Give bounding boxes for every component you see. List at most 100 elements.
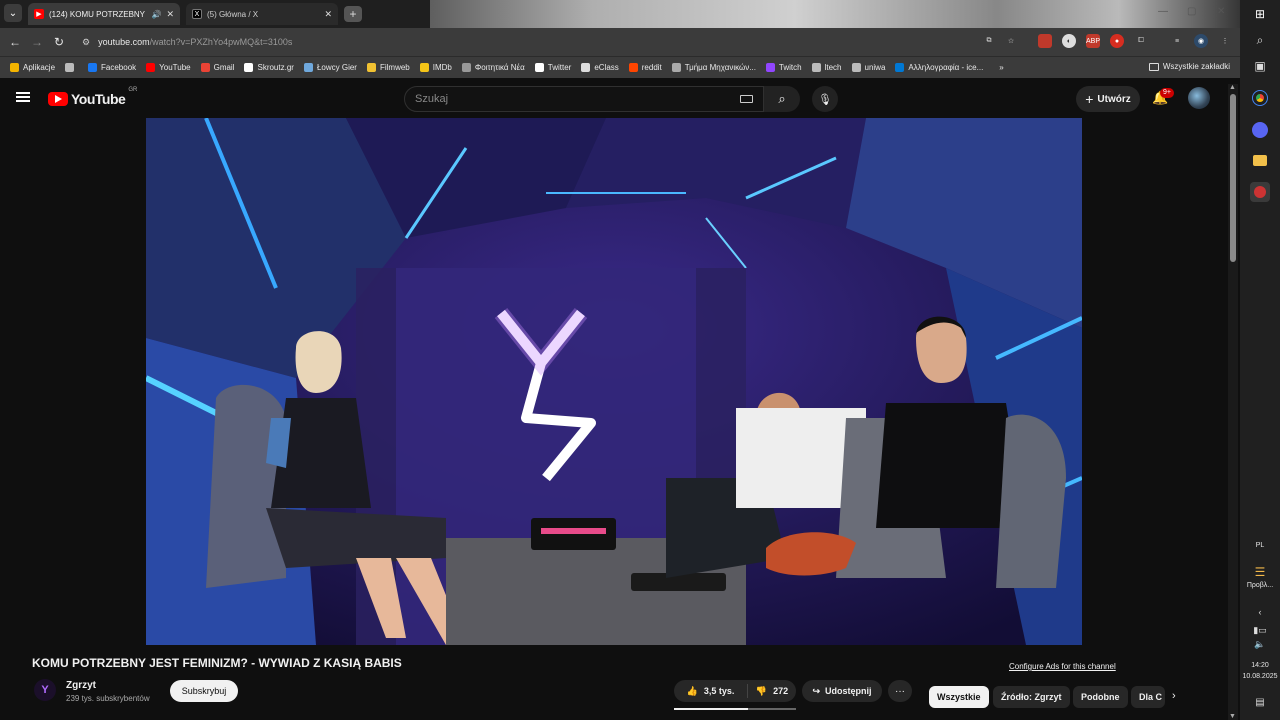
extension-red-circle-icon[interactable]: ● <box>1110 34 1124 48</box>
extensions-puzzle-icon[interactable]: ⧠ <box>1134 34 1148 48</box>
notification-center-icon[interactable]: ▤ <box>1250 692 1270 712</box>
guide-menu-icon[interactable] <box>16 92 30 102</box>
video-player[interactable] <box>146 118 1082 645</box>
close-window-icon[interactable]: ✕ <box>1217 6 1225 17</box>
windows-taskbar: ⊞ ⌕ ▣ PL ☰ Προβλ... ‹ ▮▭ 🔈 14:20 10.08.2… <box>1240 0 1280 720</box>
tab-youtube[interactable]: ▶ (124) KOMU POTRZEBNY J 🔊 ✕ <box>28 3 180 25</box>
bookmark-item[interactable]: Gmail <box>200 63 234 72</box>
youtube-favicon-icon: ▶ <box>34 9 44 19</box>
clock-date[interactable]: 10.08.2025 <box>1240 673 1280 680</box>
audio-icon[interactable]: 🔊 <box>151 10 161 19</box>
bookmark-item[interactable]: Łowcy Gier <box>303 63 357 72</box>
reload-icon[interactable]: ↻ <box>48 35 70 49</box>
chrome-icon[interactable] <box>1250 88 1270 108</box>
new-tab-button[interactable]: + <box>344 6 362 22</box>
url-domain: youtube.com <box>98 37 150 47</box>
x-favicon-icon: X <box>192 9 202 19</box>
bookmark-item[interactable]: IMDb <box>419 63 452 72</box>
scroll-down-icon[interactable]: ▼ <box>1229 713 1236 720</box>
bookmark-item[interactable]: Twitch <box>765 63 802 72</box>
like-button[interactable]: 👍 3,5 tys. <box>674 684 748 698</box>
voice-search-button[interactable]: 🎙 <box>812 86 838 112</box>
youtube-logo[interactable]: YouTube GR <box>48 87 137 107</box>
extension-red-icon[interactable] <box>1038 34 1052 48</box>
bookmark-favicon-icon <box>88 63 98 72</box>
minimize-icon[interactable]: — <box>1158 6 1168 17</box>
thumbs-down-icon: 👎 <box>755 685 768 696</box>
tab-x[interactable]: X (5) Główna / X ✕ <box>186 3 338 25</box>
tab-search-button[interactable]: ⌄ <box>4 4 22 22</box>
create-button[interactable]: + Utwórz <box>1076 86 1140 112</box>
chip-all[interactable]: Wszystkie <box>929 686 989 708</box>
channel-name[interactable]: Zgrzyt <box>66 680 96 691</box>
chip-related[interactable]: Podobne <box>1073 686 1128 708</box>
bookmark-item[interactable]: uniwa <box>851 63 885 72</box>
chip-for-you[interactable]: Dla C <box>1131 686 1165 708</box>
browser-menu-icon[interactable]: ⋮ <box>1218 34 1232 48</box>
bookmark-label: IMDb <box>432 63 452 72</box>
chevron-right-icon[interactable]: › <box>1172 690 1176 702</box>
reading-list-icon[interactable]: ≡ <box>1170 34 1184 48</box>
discord-icon[interactable] <box>1250 120 1270 140</box>
clock-time[interactable]: 14:20 <box>1240 662 1280 669</box>
weather-icon[interactable]: ☰ <box>1250 562 1270 582</box>
close-tab-icon[interactable]: ✕ <box>166 9 174 20</box>
bookmark-item[interactable]: Aplikacje <box>10 63 55 72</box>
app-icon[interactable] <box>1250 182 1270 202</box>
bookmark-item[interactable]: Skroutz.gr <box>244 63 294 72</box>
bookmark-item[interactable]: Αλληλογραφία - ice... <box>895 63 983 72</box>
language-indicator[interactable]: PL <box>1240 542 1280 549</box>
configure-ads-link[interactable]: Configure Ads for this channel <box>1009 662 1116 671</box>
bookmark-item[interactable]: Τμήμα Μηχανικών... <box>671 63 756 72</box>
keyboard-icon[interactable] <box>740 95 753 103</box>
search-placeholder: Szukaj <box>415 93 449 105</box>
weather-text[interactable]: Προβλ... <box>1240 582 1280 589</box>
bookmark-item[interactable]: ltech <box>811 63 842 72</box>
extension-circle-icon[interactable]: ◐ <box>1062 34 1076 48</box>
forward-icon[interactable]: → <box>26 35 48 49</box>
profile-avatar-icon[interactable]: ◉ <box>1194 34 1208 48</box>
account-avatar[interactable] <box>1188 87 1210 109</box>
install-app-icon[interactable]: ⧉ <box>982 34 996 48</box>
tab-title: (5) Główna / X <box>207 9 259 19</box>
bookmark-favicon-icon <box>303 63 313 72</box>
task-view-icon[interactable]: ▣ <box>1250 56 1270 76</box>
bookmark-item[interactable]: reddit <box>628 63 662 72</box>
subscribe-button[interactable]: Subskrybuj <box>170 680 238 702</box>
windows-start-icon[interactable]: ⊞ <box>1250 4 1270 24</box>
chevron-left-icon[interactable]: ‹ <box>1250 602 1270 622</box>
volume-icon[interactable]: 🔈 <box>1250 634 1270 654</box>
channel-avatar[interactable]: Y <box>34 679 56 701</box>
site-info-icon[interactable]: ⚙ <box>82 37 90 48</box>
search-input[interactable]: Szukaj <box>404 86 764 112</box>
bookmark-item[interactable]: Filmweb <box>366 63 410 72</box>
dislike-button[interactable]: 👎 272 <box>748 686 796 697</box>
bookmark-item[interactable]: Φοιτητικά Νέα <box>461 63 525 72</box>
file-explorer-icon[interactable] <box>1250 150 1270 170</box>
bookmark-item[interactable]: Facebook <box>88 63 136 72</box>
all-bookmarks-button[interactable]: Wszystkie zakładki <box>1148 62 1230 71</box>
bookmark-item[interactable]: eClass <box>581 63 619 72</box>
bookmark-item[interactable]: YouTube <box>146 63 191 72</box>
scroll-up-icon[interactable]: ▲ <box>1229 84 1236 91</box>
bookmark-item[interactable]: Twitter <box>534 63 571 72</box>
page-scrollbar[interactable]: ▲ ▼ <box>1228 84 1238 720</box>
share-button[interactable]: ↪ Udostępnij <box>802 680 882 702</box>
more-actions-button[interactable]: ··· <box>888 680 912 702</box>
scrollbar-thumb[interactable] <box>1230 94 1236 262</box>
search-button[interactable]: ⌕ <box>764 86 800 112</box>
back-icon[interactable]: ← <box>4 35 26 49</box>
maximize-icon[interactable]: ▢ <box>1187 6 1196 17</box>
bookmark-favicon-icon <box>146 63 156 72</box>
bookmark-favicon-icon <box>244 63 254 72</box>
adblock-icon[interactable]: ABP <box>1086 34 1100 48</box>
chip-source[interactable]: Źródło: Zgrzyt <box>993 686 1070 708</box>
bookmarks-overflow-icon[interactable]: » <box>999 63 1003 72</box>
bookmark-label: Skroutz.gr <box>257 63 294 72</box>
search-icon[interactable]: ⌕ <box>1250 30 1270 50</box>
close-tab-icon[interactable]: ✕ <box>324 9 332 20</box>
bookmark-star-icon[interactable]: ☆ <box>1004 34 1018 48</box>
bookmark-item[interactable] <box>65 63 78 72</box>
address-bar[interactable]: ⚙ youtube.com/watch?v=PXZhYo4pwMQ&t=3100… <box>82 32 802 52</box>
create-label: Utwórz <box>1097 93 1131 105</box>
